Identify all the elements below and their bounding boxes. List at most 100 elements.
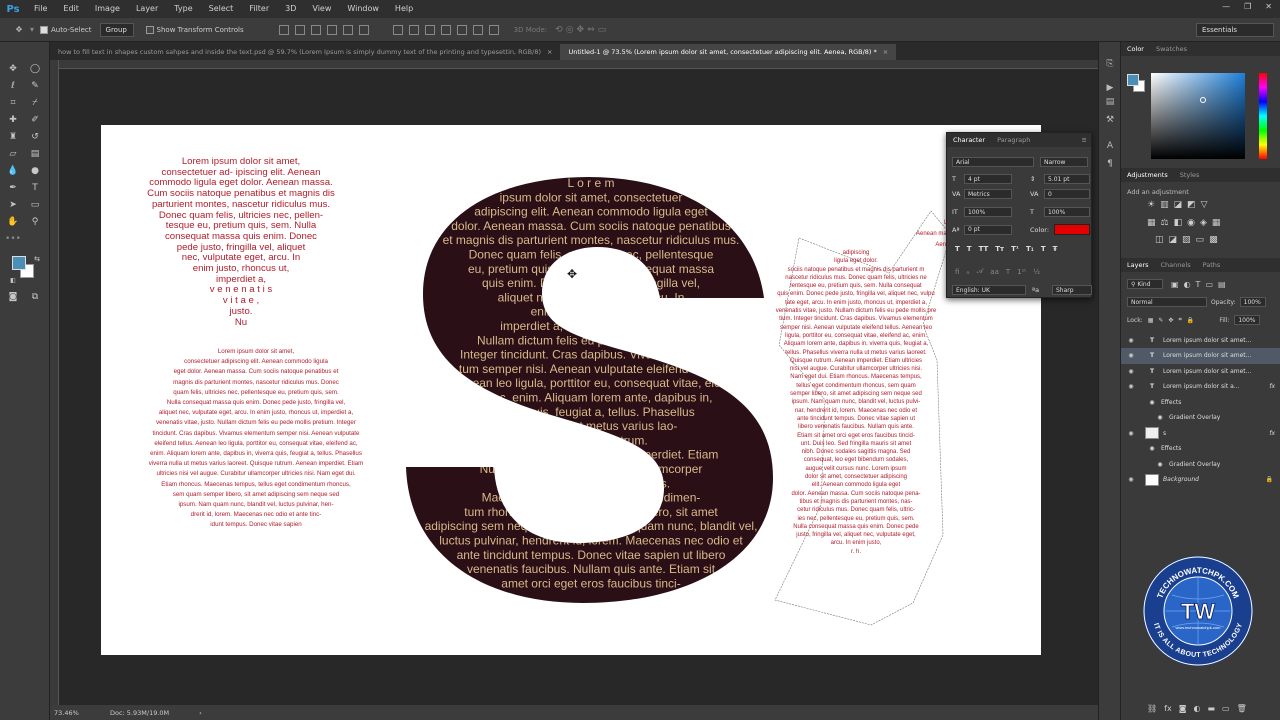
baseline-shift-field[interactable]: 0 pt [964, 224, 1012, 235]
ruler-left[interactable] [50, 60, 59, 705]
menu-select[interactable]: Select [201, 0, 242, 18]
maximize-button[interactable]: ❐ [1244, 2, 1251, 11]
antialias-field[interactable]: Sharp [1052, 285, 1092, 295]
swash-icon[interactable]: 𝒜 [977, 267, 984, 276]
blur-tool-icon[interactable]: 💧 [6, 164, 20, 178]
distribute-left-icon[interactable] [440, 24, 451, 35]
brightness-icon[interactable]: ☀ [1147, 200, 1155, 210]
tab-psd-document[interactable]: how to fill text in shapes custom sahpes… [50, 44, 560, 60]
layer-filter-select[interactable]: ⚲ Kind [1127, 279, 1163, 289]
3d-scale-icon[interactable]: ▭ [598, 25, 607, 35]
document-canvas[interactable]: Lorem ipsum dolor sit amet, consectetuer … [101, 125, 1041, 655]
menu-window[interactable]: Window [339, 0, 387, 18]
align-bottom-icon[interactable] [310, 24, 321, 35]
crop-tool-icon[interactable]: ⌗ [6, 96, 20, 110]
fill-field[interactable]: 100% [1234, 315, 1261, 325]
tab-paragraph[interactable]: Paragraph [991, 136, 1036, 144]
layer-row[interactable]: ◉ T Lorem ipsum dolor sit a... fx [1121, 379, 1280, 395]
layer-row[interactable]: ◉ Gradient Overlay [1121, 456, 1280, 472]
color-lookup-icon[interactable]: ▦ [1212, 218, 1221, 228]
filter-pixel-icon[interactable]: ▣ [1171, 280, 1179, 289]
filter-shape-icon[interactable]: ▭ [1205, 280, 1213, 289]
kerning-field[interactable]: Metrics [964, 189, 1012, 199]
color-picker-field[interactable] [1151, 73, 1245, 159]
tool-presets-icon[interactable]: ⚒ [1104, 114, 1116, 126]
exposure-icon[interactable]: ◩ [1187, 200, 1196, 210]
tab-paths[interactable]: Paths [1197, 261, 1227, 269]
visibility-eye-icon[interactable]: ◉ [1121, 476, 1141, 483]
swap-colors-icon[interactable]: ⇆ [30, 252, 44, 266]
lasso-tool-icon[interactable]: ℓ [6, 79, 20, 93]
fractions-icon[interactable]: ½ [1033, 268, 1040, 276]
paragraph-panel-icon[interactable]: ¶ [1104, 158, 1116, 170]
alternates-icon[interactable]: aa [990, 268, 999, 276]
marquee-tool-icon[interactable]: ◯ [28, 62, 42, 76]
font-size-field[interactable]: 4 pt [964, 174, 1012, 184]
superscript-icon[interactable]: T¹ [1011, 245, 1019, 253]
levels-icon[interactable]: ▥ [1160, 200, 1169, 210]
close-window-button[interactable]: ✕ [1265, 2, 1272, 11]
gradient-map-icon[interactable]: ▭ [1196, 235, 1205, 245]
distribute-right-icon[interactable] [472, 24, 483, 35]
hand-tool-icon[interactable]: ✋ [6, 215, 20, 229]
gradient-tool-icon[interactable]: ▤ [28, 147, 42, 161]
move-tool-preset-icon[interactable]: ✥ [12, 23, 26, 37]
brush-tool-icon[interactable]: ✐ [28, 113, 42, 127]
visibility-eye-icon[interactable]: ◉ [1121, 430, 1141, 437]
tab-character[interactable]: Character [947, 136, 991, 144]
move-tool-icon[interactable]: ✥ [6, 62, 20, 76]
distribute-bottom-icon[interactable] [424, 24, 435, 35]
autoselect-target-select[interactable]: Group [99, 22, 134, 37]
preset-arrow-icon[interactable]: ▾ [30, 25, 34, 34]
lock-position-icon[interactable]: ✥ [1168, 317, 1173, 324]
vibrance-icon[interactable]: ▽ [1201, 200, 1208, 210]
auto-align-icon[interactable] [488, 24, 499, 35]
ruler-top[interactable] [50, 60, 1098, 69]
text-color-swatch[interactable] [1054, 224, 1090, 235]
fx-badge[interactable]: fx [1269, 383, 1275, 390]
horizontal-scale-field[interactable]: 100% [1044, 207, 1090, 217]
dodge-tool-icon[interactable]: ● [28, 164, 42, 178]
status-menu-icon[interactable]: › [199, 709, 202, 717]
layer-row[interactable]: ◉ s fx [1121, 425, 1280, 441]
layer-row[interactable]: ◉ Effects [1121, 394, 1280, 410]
menu-file[interactable]: File [26, 0, 55, 18]
lock-all-icon[interactable]: 🔒 [1187, 317, 1194, 324]
hue-slider[interactable] [1259, 73, 1267, 159]
add-style-icon[interactable]: fx [1164, 704, 1172, 713]
delete-layer-icon[interactable]: 🗑 [1237, 704, 1247, 713]
menu-edit[interactable]: Edit [55, 0, 87, 18]
autoselect-checkbox[interactable] [40, 25, 49, 34]
add-mask-icon[interactable]: ◙ [1179, 704, 1187, 713]
faux-italic-icon[interactable]: T [967, 245, 972, 253]
threshold-icon[interactable]: ▨ [1182, 235, 1191, 245]
lock-artboard-icon[interactable]: ⌗ [1178, 316, 1181, 324]
hue-sat-icon[interactable]: ▦ [1147, 218, 1156, 228]
screen-mode-icon[interactable]: ⧉ [28, 290, 42, 304]
tab-swatches[interactable]: Swatches [1150, 45, 1193, 53]
workspace-select[interactable]: Essentials [1196, 22, 1274, 37]
foreground-color-swatch[interactable] [12, 256, 26, 270]
actions-icon[interactable]: ▶ [1104, 82, 1116, 94]
eraser-tool-icon[interactable]: ▱ [6, 147, 20, 161]
tracking-field[interactable]: 0 [1044, 189, 1090, 199]
zoom-level[interactable]: 73.46% [54, 709, 110, 717]
posterize-icon[interactable]: ◪ [1169, 235, 1178, 245]
filter-type-icon[interactable]: T [1196, 280, 1201, 289]
opacity-field[interactable]: 100% [1239, 297, 1266, 307]
align-left-icon[interactable] [326, 24, 337, 35]
tab-untitled-1[interactable]: Untitled-1 @ 73.5% (Lorem ipsum dolor si… [560, 44, 897, 60]
selective-color-icon[interactable]: ▩ [1209, 235, 1218, 245]
type-tool-icon[interactable]: T [28, 181, 42, 195]
photo-filter-icon[interactable]: ◉ [1187, 218, 1195, 228]
visibility-eye-icon[interactable]: ◉ [1121, 368, 1141, 375]
filter-adjust-icon[interactable]: ◐ [1184, 280, 1191, 289]
3d-roll-icon[interactable]: ◎ [566, 25, 574, 35]
menu-type[interactable]: Type [166, 0, 200, 18]
all-caps-icon[interactable]: TT [979, 245, 989, 253]
layer-row[interactable]: ◉ T Lorem ipsum dolor sit amet... [1121, 363, 1280, 379]
vertical-scale-field[interactable]: 100% [964, 207, 1012, 217]
ligatures-icon[interactable]: fi [955, 268, 959, 276]
menu-help[interactable]: Help [387, 0, 421, 18]
tab-styles[interactable]: Styles [1174, 171, 1206, 179]
